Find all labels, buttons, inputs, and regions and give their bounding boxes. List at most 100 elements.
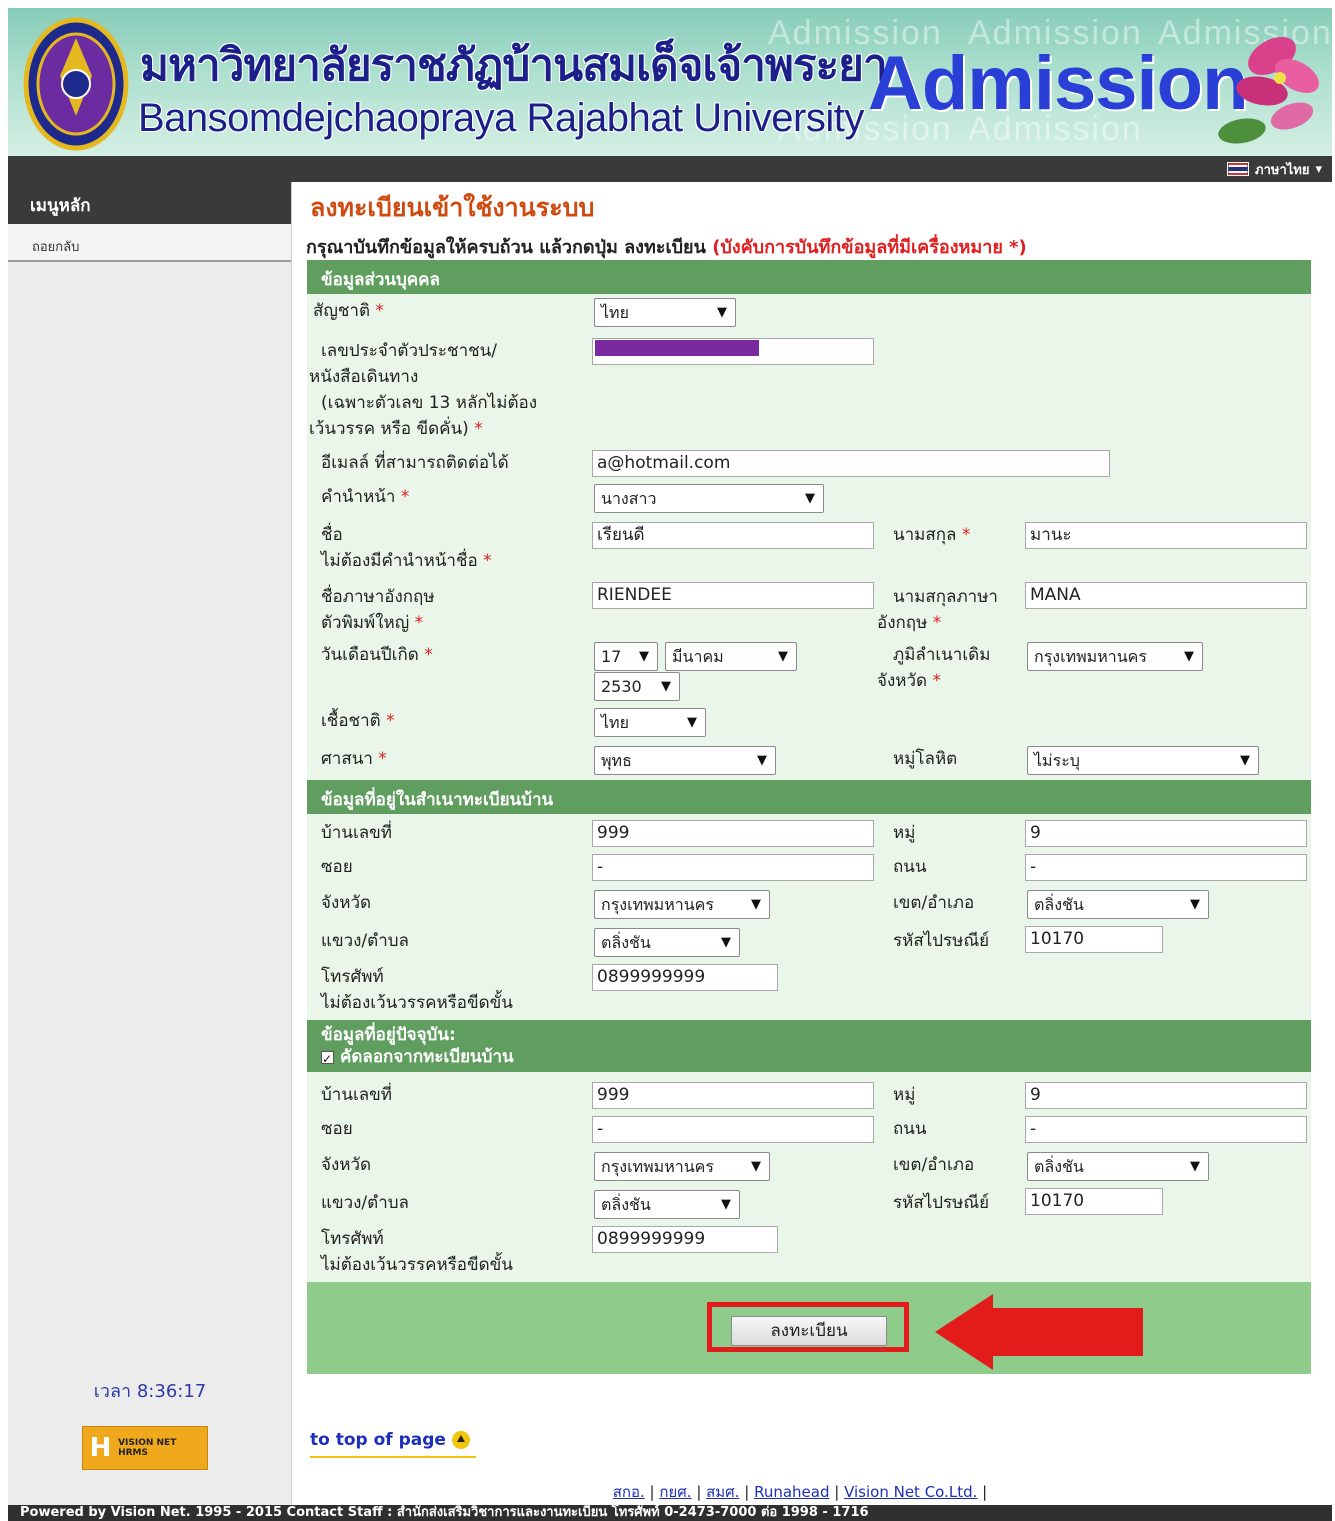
first-name-en-input[interactable]: RIENDEE xyxy=(592,582,874,609)
phone-input[interactable]: 0899999999 xyxy=(592,1226,778,1253)
prefix-value: นางสาว xyxy=(601,489,657,508)
vision-net-logo[interactable]: H VISION NET HRMS xyxy=(82,1426,208,1470)
dropdown-arrow-icon: ▼ xyxy=(639,649,649,664)
postcode-label: รหัสไปรษณีย์ xyxy=(893,1193,990,1213)
bottom-bar: Powered by Vision Net. 1995 - 2015 Conta… xyxy=(8,1505,1332,1521)
district-label: เขต/อำเภอ xyxy=(893,1155,975,1175)
phone-input[interactable]: 0899999999 xyxy=(592,964,778,991)
last-name-input[interactable]: มานะ xyxy=(1025,522,1307,549)
house-no-value: 999 xyxy=(597,1085,630,1105)
birth-province-label-line1: ภูมิลำเนาเดิม xyxy=(893,645,991,665)
required-star: * xyxy=(400,487,410,507)
birth-month-value: มีนาคม xyxy=(672,647,724,666)
personal-info-section: ข้อมูลส่วนบุคคล สัญชาติ * ไทย ▼ เลขประจำต… xyxy=(307,260,1311,780)
birth-province-select[interactable]: กรุงเทพมหานคร ▼ xyxy=(1027,642,1203,671)
ethnicity-select[interactable]: ไทย ▼ xyxy=(594,708,706,737)
language-label: ภาษาไทย xyxy=(1255,162,1310,178)
birthdate-label-text: วันเดือนปีเกิด xyxy=(321,645,419,665)
copy-from-registered-toggle[interactable]: คัดลอกจากทะเบียนบ้าน xyxy=(321,1046,1311,1070)
blood-group-select[interactable]: ไม่ระบุ ▼ xyxy=(1027,746,1259,775)
copy-checkbox-label: คัดลอกจากทะเบียนบ้าน xyxy=(340,1047,514,1067)
moo-input[interactable]: 9 xyxy=(1025,820,1307,847)
birth-year-select[interactable]: 2530 ▼ xyxy=(594,672,680,701)
first-name-en-label-line2-text: ตัวพิมพ์ใหญ่ xyxy=(321,613,410,633)
footer-link[interactable]: Runahead xyxy=(754,1483,829,1501)
subdistrict-select[interactable]: ตลิ่งชัน ▼ xyxy=(594,928,740,957)
birth-province-value: กรุงเทพมหานคร xyxy=(1034,647,1147,666)
prefix-label-text: คำนำหน้า xyxy=(321,487,396,507)
clock-display: เวลา 8:36:17 xyxy=(93,1381,207,1402)
first-name-label-line2-text: ไม่ต้องมีคำนำหน้าชื่อ xyxy=(321,551,478,571)
postcode-input[interactable]: 10170 xyxy=(1025,1188,1163,1215)
first-name-en-label-line2: ตัวพิมพ์ใหญ่ * xyxy=(321,610,423,636)
house-no-input[interactable]: 999 xyxy=(592,1082,874,1109)
postcode-value: 10170 xyxy=(1030,929,1085,949)
footer-link[interactable]: กยศ. xyxy=(659,1483,691,1501)
moo-value: 9 xyxy=(1030,1085,1041,1105)
required-note: (บังคับการบันทึกข้อมูลที่มีเครื่องหมาย *… xyxy=(712,237,1027,258)
last-name-value: มานะ xyxy=(1030,525,1072,545)
road-input[interactable]: - xyxy=(1025,1116,1307,1143)
footer-links: สกอ. | กยศ. | สมศ. | Runahead | Vision N… xyxy=(612,1483,988,1501)
soi-input[interactable]: - xyxy=(592,1116,874,1143)
footer-link[interactable]: Vision Net Co.Ltd. xyxy=(844,1483,977,1501)
moo-value: 9 xyxy=(1030,823,1041,843)
district-label: เขต/อำเภอ xyxy=(893,893,975,913)
religion-label: ศาสนา * xyxy=(321,746,387,772)
to-top-link[interactable]: to top of page xyxy=(310,1430,470,1450)
prefix-select[interactable]: นางสาว ▼ xyxy=(594,484,824,513)
copy-checkbox[interactable] xyxy=(321,1048,334,1070)
soi-label: ซอย xyxy=(321,857,353,877)
road-input[interactable]: - xyxy=(1025,854,1307,881)
house-no-value: 999 xyxy=(597,823,630,843)
road-label: ถนน xyxy=(893,857,927,877)
required-star: * xyxy=(932,671,941,691)
register-button[interactable]: ลงทะเบียน xyxy=(731,1316,887,1346)
district-select[interactable]: ตลิ่งชัน ▼ xyxy=(1027,890,1209,919)
email-input[interactable]: a@hotmail.com xyxy=(592,450,1110,477)
submit-area: ลงทะเบียน xyxy=(307,1282,1311,1374)
section-heading: ข้อมูลที่อยู่ปัจจุบัน: คัดลอกจากทะเบียนบ… xyxy=(307,1020,1311,1072)
birth-year-value: 2530 xyxy=(601,677,642,696)
admission-title: Admission xyxy=(868,41,1248,126)
required-star: * xyxy=(375,301,384,321)
birth-day-select[interactable]: 17 ▼ xyxy=(594,642,658,671)
first-name-input[interactable]: เรียนดี xyxy=(592,522,874,549)
blood-group-label: หมู่โลหิต xyxy=(893,749,958,769)
last-name-en-input[interactable]: MANA xyxy=(1025,582,1307,609)
soi-label: ซอย xyxy=(321,1119,353,1139)
moo-input[interactable]: 9 xyxy=(1025,1082,1307,1109)
province-select[interactable]: กรุงเทพมหานคร ▼ xyxy=(594,1152,770,1181)
religion-select[interactable]: พุทธ ▼ xyxy=(594,746,776,775)
last-name-en-value: MANA xyxy=(1030,585,1081,605)
email-value: a@hotmail.com xyxy=(597,453,731,473)
postcode-input[interactable]: 10170 xyxy=(1025,926,1163,953)
phone-value: 0899999999 xyxy=(597,967,706,987)
subdistrict-select[interactable]: ตลิ่งชัน ▼ xyxy=(594,1190,740,1219)
nationality-select[interactable]: ไทย ▼ xyxy=(594,298,736,327)
section-heading: ข้อมูลส่วนบุคคล xyxy=(307,260,1311,294)
district-select[interactable]: ตลิ่งชัน ▼ xyxy=(1027,1152,1209,1181)
required-star: * xyxy=(424,645,433,665)
province-select[interactable]: กรุงเทพมหานคร ▼ xyxy=(594,890,770,919)
required-star: * xyxy=(378,749,387,769)
footer-link[interactable]: สกอ. xyxy=(613,1483,645,1501)
subdistrict-label: แขวง/ตำบล xyxy=(321,1193,409,1213)
required-star: * xyxy=(386,711,395,731)
header-banner: Admission Admission Admission Admission … xyxy=(8,8,1332,156)
first-name-label-line1: ชื่อ xyxy=(321,525,343,545)
footer-link[interactable]: สมศ. xyxy=(706,1483,739,1501)
last-name-en-label-line1: นามสกุลภาษา xyxy=(893,587,998,607)
dropdown-arrow-icon: ▼ xyxy=(757,753,767,768)
house-no-input[interactable]: 999 xyxy=(592,820,874,847)
road-value: - xyxy=(1030,857,1037,877)
birth-month-select[interactable]: มีนาคม ▼ xyxy=(665,642,797,671)
moo-label: หมู่ xyxy=(893,823,916,843)
birth-province-label-line2: จังหวัด * xyxy=(877,668,941,694)
soi-input[interactable]: - xyxy=(592,854,874,881)
language-switcher[interactable]: ภาษาไทย ▾ xyxy=(1227,160,1322,178)
dropdown-arrow-icon: ▼ xyxy=(661,679,671,694)
religion-value: พุทธ xyxy=(601,751,632,770)
sidebar: เมนูหลัก ถอยกลับ เวลา 8:36:17 H VISION N… xyxy=(8,182,292,1505)
sidebar-item-back[interactable]: ถอยกลับ xyxy=(8,224,291,262)
